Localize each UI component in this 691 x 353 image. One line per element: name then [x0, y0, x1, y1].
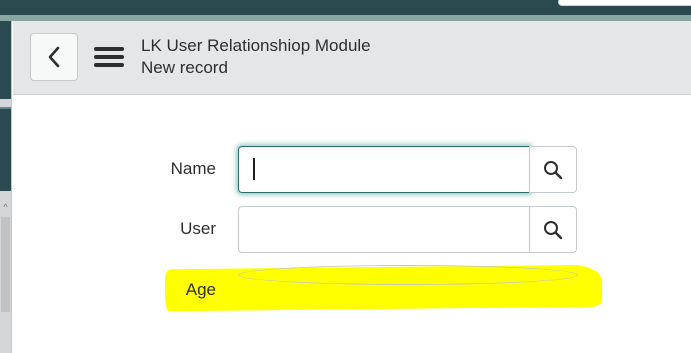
age-input[interactable] [238, 265, 578, 285]
back-button[interactable] [30, 33, 78, 81]
user-label: User [180, 219, 216, 238]
name-lookup-button[interactable] [529, 146, 577, 193]
left-navigation-rail: ^ [0, 21, 12, 353]
name-input[interactable] [238, 146, 530, 193]
hamburger-menu-icon[interactable] [94, 45, 124, 69]
text-caret [253, 158, 255, 180]
rail-collapse-icon[interactable]: ^ [0, 201, 11, 213]
rail-dark-section [0, 21, 11, 99]
rail-selected-section[interactable] [0, 107, 11, 191]
magnifier-search-icon [544, 160, 563, 179]
form-subtitle: New record [141, 58, 228, 77]
form-title: LK User Relationshiop Module [141, 36, 371, 55]
form-header: LK User Relationshiop Module New record [13, 21, 691, 95]
chevron-left-icon [48, 46, 60, 68]
rail-scrollbar[interactable] [1, 217, 10, 312]
age-label: Age [185, 280, 216, 299]
user-input[interactable] [238, 206, 530, 253]
magnifier-search-icon [544, 220, 563, 239]
global-search-box[interactable] [558, 0, 691, 6]
name-label: Name [170, 159, 216, 178]
user-lookup-button[interactable] [529, 206, 577, 253]
